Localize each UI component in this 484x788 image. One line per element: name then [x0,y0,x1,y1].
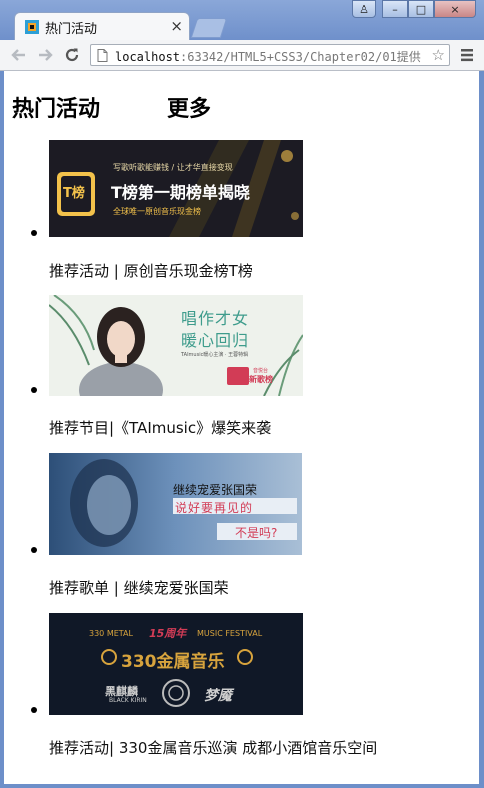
webstorm-favicon-icon [25,20,39,34]
band-2: 梦魇 [204,688,232,704]
reload-button[interactable] [61,44,83,66]
list-bullet [31,387,37,393]
taimusic-title-2: 暖心回归 [181,331,250,350]
browser-titlebar: 热门活动 × ♙ – □ × [0,0,484,40]
tbang-banner-sub: 全球唯一原创音乐现金榜 [113,207,201,216]
leslie-title-3: 不是吗? [235,526,278,540]
taimusic-badge: 新歌榜 [249,375,273,384]
minimize-button[interactable]: – [382,0,408,18]
item-caption[interactable]: 推荐歌单 | 继续宠爱张国荣 [49,577,229,598]
forward-arrow-icon [39,49,53,61]
taimusic-badge-top: 音悦台 [253,368,269,374]
reload-icon [65,48,79,62]
list-bullet [31,707,37,713]
back-button[interactable] [8,44,30,66]
close-window-button[interactable]: × [434,0,476,18]
item-caption[interactable]: 推荐活动 | 原创音乐现金榜T榜 [49,260,253,281]
metal-festival-banner-image[interactable]: 330 METAL 15周年 MUSIC FESTIVAL 330金属音乐 黑麒… [49,613,303,715]
maximize-button[interactable]: □ [408,0,434,18]
metal-title: 330金属音乐 [121,652,225,672]
browser-toolbar: localhost:63342/HTML5+CSS3/Chapter02/01提… [0,40,484,71]
page-viewport: 热门活动 更多 T榜 写歌听歌能赚钱 / 让才华直接变现 T榜第一期榜单揭晓 全… [4,71,479,784]
menu-icon[interactable] [460,48,474,62]
leslie-banner-image[interactable]: 继续宠爱张国荣 说好要再见的 不是吗? [49,453,302,555]
item-caption[interactable]: 推荐节目|《TAImusic》爆笑来袭 [49,417,271,438]
leslie-title-1: 继续宠爱张国荣 [173,483,258,497]
tab-title: 热门活动 [45,22,98,37]
section-header: 热门活动 更多 [12,91,472,127]
metal-anniversary-badge: 15周年 [149,627,187,640]
tbang-banner-image[interactable]: T榜 写歌听歌能赚钱 / 让才华直接变现 T榜第一期榜单揭晓 全球唯一原创音乐现… [49,140,303,237]
tab-close-icon[interactable]: × [170,17,183,35]
tbang-banner-title: T榜第一期榜单揭晓 [111,183,250,202]
forward-button[interactable] [34,44,56,66]
new-tab-button[interactable] [190,18,228,38]
url-text: localhost:63342/HTML5+CSS3/Chapter02/01提… [115,50,421,64]
list-item: 唱作才女 暖心回归 TAImusic暖心主演 · 王蓉特辑 音悦台 新歌榜 推荐… [4,295,474,445]
address-bar[interactable]: localhost:63342/HTML5+CSS3/Chapter02/01提… [90,44,450,66]
item-caption[interactable]: 推荐活动| 330金属音乐巡演 成都小酒馆音乐空间 [49,737,377,758]
section-title: 热门活动 [12,97,101,122]
metal-top-left: 330 METAL [89,629,133,638]
band-1-en: BLACK KIRIN [109,697,147,704]
metal-top-right: MUSIC FESTIVAL [197,629,263,638]
back-arrow-icon [11,49,25,61]
tbang-logo-text: T榜 [63,186,85,201]
taimusic-title-1: 唱作才女 [181,309,250,328]
window-controls: ♙ – □ × [352,0,476,18]
more-link[interactable]: 更多 [167,91,211,123]
taimusic-sub: TAImusic暖心主演 · 王蓉特辑 [181,352,249,358]
tbang-banner-top: 写歌听歌能赚钱 / 让才华直接变现 [113,163,233,172]
user-profile-button[interactable]: ♙ [352,0,376,18]
list-bullet [31,230,37,236]
bookmark-star-icon[interactable]: ☆ [432,46,445,64]
list-item: 330 METAL 15周年 MUSIC FESTIVAL 330金属音乐 黑麒… [4,613,474,763]
page-icon [97,49,108,62]
list-bullet [31,547,37,553]
list-item: T榜 写歌听歌能赚钱 / 让才华直接变现 T榜第一期榜单揭晓 全球唯一原创音乐现… [4,140,474,290]
browser-tab[interactable]: 热门活动 × [14,12,190,40]
leslie-title-2: 说好要再见的 [175,501,254,515]
list-item: 继续宠爱张国荣 说好要再见的 不是吗? 推荐歌单 | 继续宠爱张国荣 [4,453,474,603]
taimusic-banner-image[interactable]: 唱作才女 暖心回归 TAImusic暖心主演 · 王蓉特辑 音悦台 新歌榜 [49,295,303,396]
